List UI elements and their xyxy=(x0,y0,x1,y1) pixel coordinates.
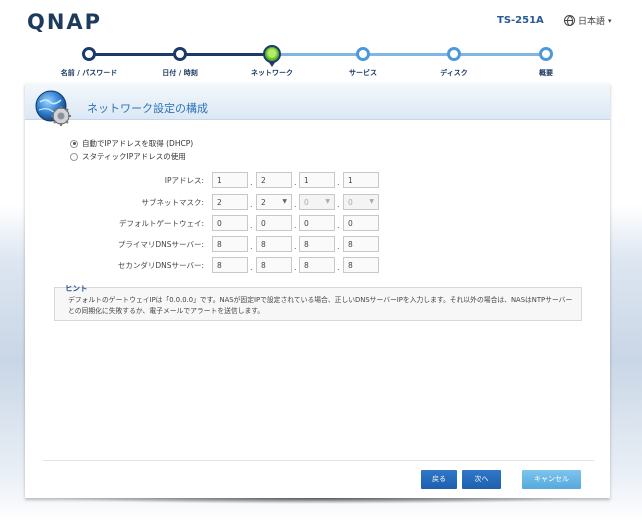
hint-text: デフォルトのゲートウェイIPは「0.0.0.0」です。NASが固定IPで設定され… xyxy=(68,296,573,315)
static-ip-radio[interactable] xyxy=(70,152,78,161)
gateway-octet-4[interactable]: 0 xyxy=(343,215,379,231)
secondary-dns-row: セカンダリDNSサーバー: 8 . 8 . 8 . 8 xyxy=(25,257,610,273)
subnet-octet-4[interactable]: 0 ▼ xyxy=(343,194,379,210)
qnap-logo: QNAP xyxy=(27,10,103,34)
separator-dot: . xyxy=(250,200,253,209)
ip-octet-1[interactable]: 1 xyxy=(212,172,248,188)
ip-address-label: IPアドレス: xyxy=(164,176,204,185)
step-label-summary: 概要 xyxy=(539,69,553,77)
subnet-mask-label: サブネットマスク: xyxy=(141,198,204,207)
separator-dot: . xyxy=(337,200,340,209)
separator-dot: . xyxy=(250,242,253,251)
ip-octet-3[interactable]: 1 xyxy=(299,172,335,188)
chevron-down-icon: ▾ xyxy=(608,16,612,25)
step-label-services: サービス xyxy=(349,69,377,77)
subnet-mask-row: サブネットマスク: 2 . 2 ▼ . 0 ▼ . 0 ▼ xyxy=(25,194,610,210)
card-header: ネットワーク設定の構成 xyxy=(25,83,610,126)
secondary-dns-octet-1[interactable]: 8 xyxy=(212,257,248,273)
gateway-row: デフォルトゲートウェイ: 0 . 0 . 0 . 0 xyxy=(25,215,610,231)
step-node-summary xyxy=(539,47,553,61)
step-node-services xyxy=(356,47,370,61)
card-shadow xyxy=(48,498,588,504)
step-label-network: ネットワーク xyxy=(251,69,293,77)
dhcp-radio[interactable] xyxy=(70,139,78,148)
next-button[interactable]: 次へ xyxy=(462,470,501,489)
subnet-octet-2-value: 2 xyxy=(261,198,266,207)
static-ip-label: スタティックIPアドレスの使用 xyxy=(82,152,186,161)
language-label: 日本語 xyxy=(578,17,606,27)
back-button[interactable]: 戻る xyxy=(421,470,457,489)
secondary-dns-octet-3[interactable]: 8 xyxy=(299,257,335,273)
step-label-date-time: 日付 / 時刻 xyxy=(162,69,198,77)
dhcp-label: 自動でIPアドレスを取得 (DHCP) xyxy=(82,139,194,148)
step-label-disk: ディスク xyxy=(440,69,468,77)
secondary-dns-label: セカンダリDNSサーバー: xyxy=(117,261,204,270)
primary-dns-octet-3[interactable]: 8 xyxy=(299,236,335,252)
dhcp-option[interactable]: 自動でIPアドレスを取得 (DHCP) xyxy=(70,138,193,149)
separator-dot: . xyxy=(250,263,253,272)
step-node-disk xyxy=(447,47,461,61)
ip-octet-2[interactable]: 2 xyxy=(256,172,292,188)
step-node-network xyxy=(263,45,281,67)
secondary-dns-octet-2[interactable]: 8 xyxy=(256,257,292,273)
dropdown-arrow-icon: ▼ xyxy=(369,198,374,205)
separator-dot: . xyxy=(250,221,253,230)
subnet-octet-2[interactable]: 2 ▼ xyxy=(256,194,292,210)
gateway-octet-3[interactable]: 0 xyxy=(299,215,335,231)
primary-dns-octet-2[interactable]: 8 xyxy=(256,236,292,252)
separator-dot: . xyxy=(337,242,340,251)
primary-dns-label: プライマリDNSサーバー: xyxy=(117,240,204,249)
subnet-octet-3[interactable]: 0 ▼ xyxy=(299,194,335,210)
hint-title: ヒント xyxy=(65,284,88,293)
separator-dot: . xyxy=(294,263,297,272)
separator-dot: . xyxy=(337,263,340,272)
page-title: ネットワーク設定の構成 xyxy=(87,102,208,115)
primary-dns-octet-4[interactable]: 8 xyxy=(343,236,379,252)
footer-divider xyxy=(43,460,594,461)
separator-dot: . xyxy=(294,200,297,209)
primary-dns-row: プライマリDNSサーバー: 8 . 8 . 8 . 8 xyxy=(25,236,610,252)
secondary-dns-octet-4[interactable]: 8 xyxy=(343,257,379,273)
step-node-date-time xyxy=(173,47,187,61)
hint-box: デフォルトのゲートウェイIPは「0.0.0.0」です。NASが固定IPで設定され… xyxy=(54,287,582,321)
language-selector[interactable]: 日本語 ▾ xyxy=(564,14,612,27)
step-label-name-password: 名前 / パスワード xyxy=(60,69,118,77)
network-globe-icon xyxy=(35,90,71,126)
gateway-label: デフォルトゲートウェイ: xyxy=(118,219,204,228)
subnet-octet-1-value: 2 xyxy=(217,198,222,207)
dropdown-arrow-icon: ▼ xyxy=(282,198,287,205)
gateway-octet-1[interactable]: 0 xyxy=(212,215,248,231)
model-name: TS-251A xyxy=(497,15,544,26)
progress-track-todo xyxy=(272,53,546,56)
subnet-octet-4-value: 0 xyxy=(348,198,353,207)
subnet-octet-3-value: 0 xyxy=(304,198,309,207)
separator-dot: . xyxy=(294,178,297,187)
dropdown-arrow-icon: ▼ xyxy=(325,198,330,205)
separator-dot: . xyxy=(294,242,297,251)
primary-dns-octet-1[interactable]: 8 xyxy=(212,236,248,252)
separator-dot: . xyxy=(294,221,297,230)
step-node-name-password xyxy=(82,47,96,61)
cancel-button[interactable]: キャンセル xyxy=(522,470,581,489)
separator-dot: . xyxy=(250,178,253,187)
wizard-card: ネットワーク設定の構成 自動でIPアドレスを取得 (DHCP) スタティックIP… xyxy=(25,83,610,498)
gateway-octet-2[interactable]: 0 xyxy=(256,215,292,231)
ip-address-row: IPアドレス: 1 . 2 . 1 . 1 xyxy=(25,172,610,188)
subnet-octet-1[interactable]: 2 xyxy=(212,194,248,210)
globe-icon xyxy=(564,15,575,26)
separator-dot: . xyxy=(337,221,340,230)
ip-octet-4[interactable]: 1 xyxy=(343,172,379,188)
separator-dot: . xyxy=(337,178,340,187)
wizard-progress: 名前 / パスワード 日付 / 時刻 ネットワーク サービス ディスク 概要 xyxy=(0,40,642,80)
static-ip-option[interactable]: スタティックIPアドレスの使用 xyxy=(70,151,186,162)
